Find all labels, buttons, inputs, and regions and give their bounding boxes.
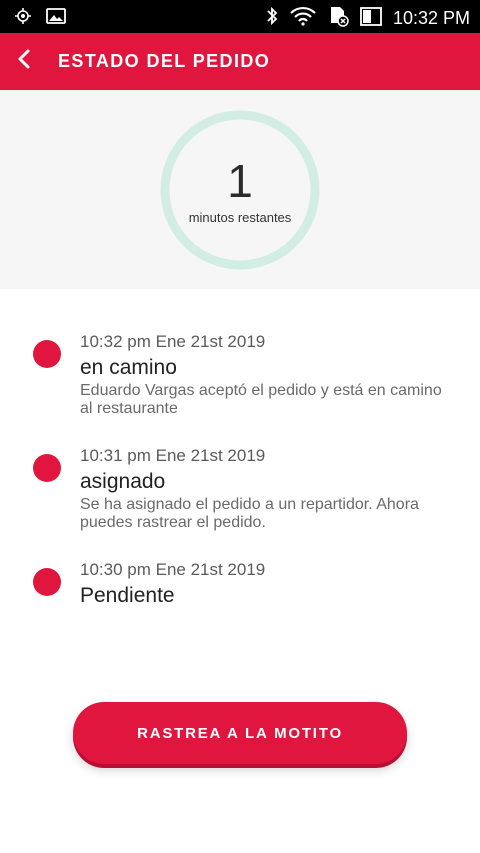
wifi-icon (289, 6, 317, 31)
image-icon (46, 8, 66, 29)
battery-icon (359, 5, 383, 32)
app-bar: ESTADO DEL PEDIDO (0, 33, 480, 90)
status-dot (33, 454, 61, 482)
status-bar: 10:32 PM (0, 0, 480, 33)
status-time: 10:32 PM (392, 8, 470, 28)
timer-label: minutos restantes (188, 210, 292, 225)
status-dot (33, 568, 61, 596)
chevron-left-icon (16, 48, 32, 75)
track-button-label: RASTREA A LA MOTITO (137, 724, 343, 742)
sd-card-icon (327, 5, 349, 32)
timeline-description: Se ha asignado el pedido a un repartidor… (80, 496, 419, 531)
timeline-status: asignado (80, 470, 166, 493)
bluetooth-icon (265, 6, 279, 31)
timeline-status: en camino (80, 356, 177, 379)
back-button[interactable] (4, 41, 44, 81)
status-dot (33, 340, 61, 368)
timeline-timestamp: 10:31 pm Ene 21st 2019 (80, 446, 266, 465)
timeline-timestamp: 10:32 pm Ene 21st 2019 (80, 332, 266, 351)
gps-icon (14, 7, 32, 30)
timer-value: 1 (227, 155, 253, 207)
timeline-timestamp: 10:30 pm Ene 21st 2019 (80, 560, 266, 579)
timeline-description: Eduardo Vargas aceptó el pedido y está e… (80, 382, 442, 417)
timeline-status: Pendiente (80, 584, 175, 607)
track-motorbike-button[interactable]: RASTREA A LA MOTITO (73, 702, 407, 764)
timer-panel: 1 minutos restantes (0, 90, 480, 289)
page-title: ESTADO DEL PEDIDO (58, 51, 271, 71)
